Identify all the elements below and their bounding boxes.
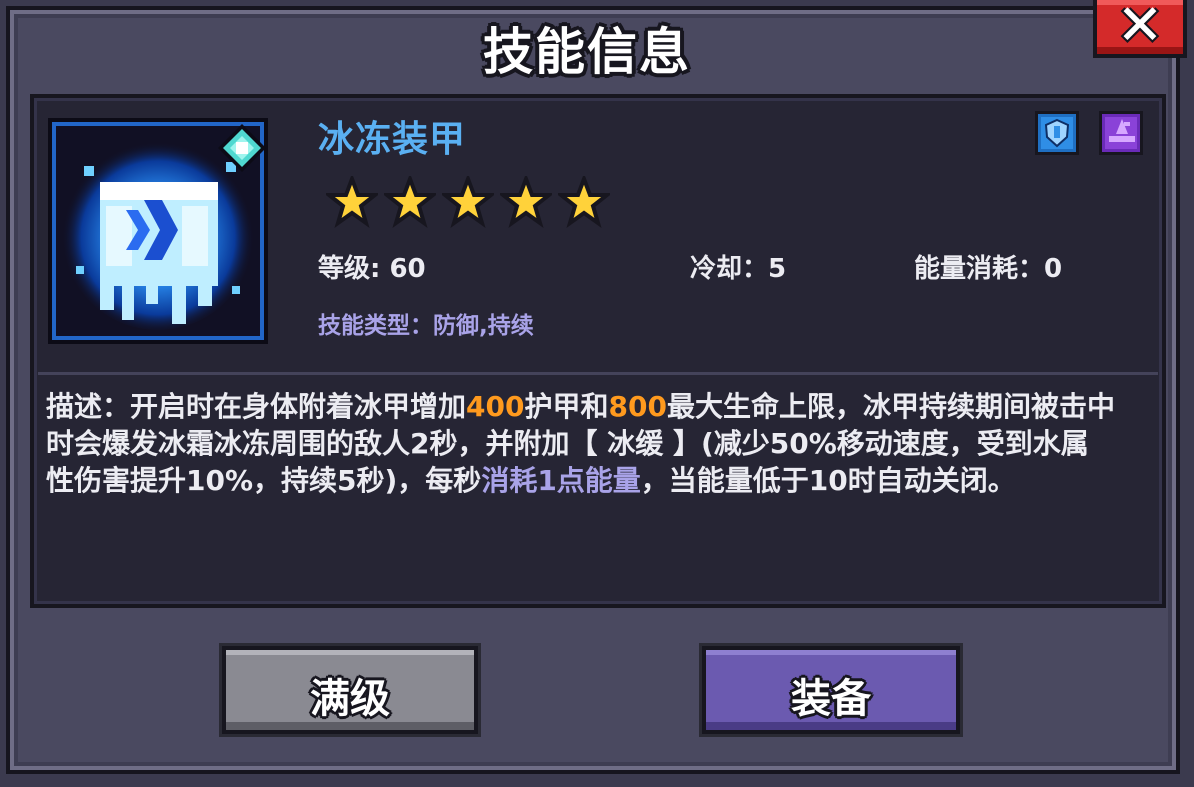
close-icon: ✕ [1116,0,1164,58]
skill-name: 冰冻装甲 [318,119,467,160]
max-level-button[interactable]: 满级 [222,646,478,734]
blue-shield-badge-icon [1035,111,1079,155]
equip-label: 装备 [791,676,871,722]
max-level-label: 满级 [310,676,390,722]
description-text: ，当能量低于10时自动关闭。 [640,464,1016,497]
skill-description: 描述：开启时在身体附着冰甲增加400护甲和800最大生命上限，冰甲持续期间被击中… [46,388,1116,499]
dialog-title: 技能信息 [483,23,691,81]
close-button[interactable]: ✕ [1093,0,1187,58]
cyan-gem-icon [218,124,266,172]
description-text: 描述：开启时在身体附着冰甲增加 [46,390,467,423]
skill-type: 技能类型：防御,持续 [318,313,534,339]
equip-button[interactable]: 装备 [702,646,960,734]
hp-bonus-value: 800 [608,390,667,423]
star-icon [442,176,494,228]
cooldown-stat: 冷却：5 [690,254,787,284]
divider [38,372,1158,375]
star-icon [384,176,436,228]
armor-bonus-value: 400 [466,390,525,423]
purple-wizard-hat-badge-icon [1099,111,1143,155]
level-stat: 等级: 60 [318,254,426,284]
energy-cost-stat: 能量消耗：0 [914,254,1063,284]
star-icon [500,176,552,228]
star-icon [558,176,610,228]
energy-drain-text: 消耗1点能量 [481,464,641,497]
description-text: 护甲和 [524,390,609,423]
star-icon [326,176,378,228]
